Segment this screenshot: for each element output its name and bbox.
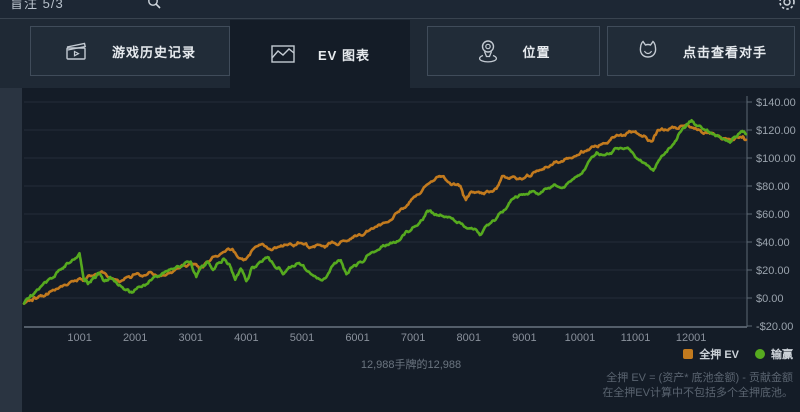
blinds-text: 盲注 5/3 bbox=[10, 0, 64, 12]
winnings-marker bbox=[755, 349, 765, 359]
tab-position[interactable]: 位置 bbox=[427, 26, 600, 76]
ev-formula-line2: 在全押EV计算中不包括多个全押底池。 bbox=[602, 386, 793, 401]
chart-legend: 全押 EV 输赢 bbox=[683, 346, 793, 362]
ev-formula-notes: 全押 EV = (资产* 底池金额) - 贡献金额 在全押EV计算中不包括多个全… bbox=[602, 371, 793, 401]
tab-row: 游戏历史记录 EV 图表 位置 点击查看对手 bbox=[0, 19, 800, 88]
tab-label: 位置 bbox=[522, 42, 550, 61]
clapperboard-icon bbox=[64, 39, 90, 63]
tab-label: 点击查看对手 bbox=[683, 42, 767, 61]
allin-ev-marker bbox=[683, 349, 693, 359]
gear-icon[interactable] bbox=[777, 0, 797, 12]
chart-panel: 12,988手牌的12,988 全押 EV 输赢 全押 EV = (资产* 底池… bbox=[22, 88, 800, 412]
tab-label: EV 图表 bbox=[318, 45, 370, 64]
tab-opponents[interactable]: 点击查看对手 bbox=[607, 26, 795, 76]
tab-ev-chart[interactable]: EV 图表 bbox=[230, 20, 410, 88]
location-pin-icon bbox=[476, 38, 500, 64]
top-bar: 盲注 5/3 bbox=[0, 0, 800, 19]
legend-label: 全押 EV bbox=[699, 346, 739, 362]
search-icon[interactable] bbox=[146, 0, 162, 10]
legend-label: 输赢 bbox=[771, 346, 793, 362]
legend-item-allin-ev[interactable]: 全押 EV bbox=[683, 346, 739, 362]
tab-label: 游戏历史记录 bbox=[112, 42, 196, 61]
legend-item-winnings[interactable]: 输赢 bbox=[755, 346, 793, 362]
ev-formula-line1: 全押 EV = (资产* 底池金额) - 贡献金额 bbox=[602, 371, 793, 386]
chart-line-icon bbox=[270, 43, 296, 65]
tab-game-history[interactable]: 游戏历史记录 bbox=[30, 26, 230, 76]
cat-icon bbox=[635, 38, 661, 64]
